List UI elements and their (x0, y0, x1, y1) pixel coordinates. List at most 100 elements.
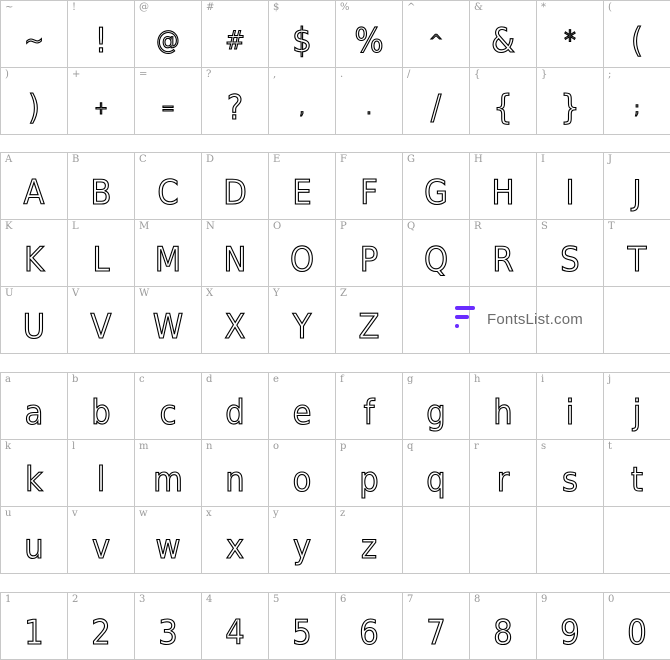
glyph-cell: (( (603, 0, 670, 68)
glyph-sample: N (223, 239, 247, 280)
glyph-cell: 00 (603, 592, 670, 660)
glyph-label: A (5, 154, 13, 165)
glyph-cell: 55 (268, 592, 336, 660)
glyph-label: ? (206, 69, 212, 80)
glyph-sample: o (292, 459, 312, 500)
glyph-sample: W (152, 306, 184, 347)
glyph-cell: QQ (402, 219, 470, 287)
glyph-sample: X (224, 306, 246, 347)
glyph-cell: rr (469, 439, 537, 507)
glyph-label: C (139, 154, 147, 165)
glyph-sample: s (561, 459, 578, 500)
glyph-sample: % (354, 20, 384, 61)
glyph-label: S (541, 221, 548, 232)
glyph-sample: 8 (493, 612, 514, 653)
glyph-sample: D (223, 172, 248, 213)
glyph-label: Y (273, 288, 280, 299)
glyph-sample: , (299, 97, 305, 119)
glyph-label: h (474, 374, 481, 385)
glyph-cell: }} (536, 67, 604, 135)
glyph-sample: n (225, 459, 245, 500)
glyph-label: G (407, 154, 415, 165)
glyph-sample: x (225, 526, 245, 567)
glyph-sample: / (430, 87, 442, 128)
glyph-label: P (340, 221, 347, 232)
glyph-cell: bb (67, 372, 135, 440)
glyph-sample: 7 (426, 612, 447, 653)
glyph-cell: .. (335, 67, 403, 135)
glyph-cell: xx (201, 506, 269, 574)
glyph-label: O (273, 221, 282, 232)
glyph-sample: } (560, 87, 581, 128)
glyph-label: } (541, 69, 548, 80)
glyph-sample: z (360, 526, 378, 567)
glyph-label: f (340, 374, 344, 385)
glyph-cell: OO (268, 219, 336, 287)
glyph-sample: $ (292, 20, 313, 61)
glyph-sample: Q (423, 239, 449, 280)
glyph-label: 6 (340, 594, 347, 605)
glyph-label: # (206, 2, 215, 13)
glyph-label: + (72, 69, 81, 80)
glyph-sample: ~ (24, 25, 45, 56)
glyph-cell: 66 (335, 592, 403, 660)
glyph-sample: { (493, 87, 514, 128)
glyph-label: % (340, 2, 350, 13)
glyph-cell: )) (0, 67, 68, 135)
glyph-sample: y (292, 526, 312, 567)
glyph-sample: l (96, 459, 106, 500)
glyph-cell: jj (603, 372, 670, 440)
glyph-sample: u (24, 526, 44, 567)
glyph-label: I (541, 154, 545, 165)
glyph-label: 0 (608, 594, 615, 605)
glyph-label: 7 (407, 594, 414, 605)
glyph-label: n (206, 441, 213, 452)
glyph-label: U (5, 288, 14, 299)
glyph-cell: aa (0, 372, 68, 440)
glyph-cell: # # (201, 0, 269, 68)
glyph-sample: e (292, 392, 312, 433)
glyph-sample: K (23, 239, 45, 280)
glyph-label: l (72, 441, 76, 452)
glyph-sample: P (359, 239, 379, 280)
glyph-label: R (474, 221, 482, 232)
glyph-cell: HH (469, 152, 537, 220)
glyph-sample: 0 (627, 612, 648, 653)
glyph-cell: ff (335, 372, 403, 440)
glyph-cell: 44 (201, 592, 269, 660)
glyph-sample: R (492, 239, 514, 280)
glyph-cell: + + (67, 67, 135, 135)
glyph-label: j (608, 374, 612, 385)
glyph-sample: d (225, 392, 246, 433)
glyph-cell: NN (201, 219, 269, 287)
glyph-sample: V (90, 306, 112, 347)
glyph-sample: F (360, 172, 379, 213)
glyph-sample: Z (358, 306, 380, 347)
glyph-cell: RR (469, 219, 537, 287)
glyph-sample: J (632, 172, 642, 213)
glyph-cell: UU (0, 286, 68, 354)
glyph-cell: CC (134, 152, 202, 220)
glyph-label: ~ (5, 2, 14, 13)
glyph-cell: @ @ (134, 0, 202, 68)
glyph-label: ) (5, 69, 9, 80)
glyph-sample: & (491, 20, 516, 61)
glyph-sample: C (157, 172, 179, 213)
glyph-label: $ (273, 2, 280, 13)
glyph-sample: 5 (292, 612, 313, 653)
glyph-sample: E (292, 172, 312, 213)
glyph-cell: ee (268, 372, 336, 440)
glyph-label: * (541, 2, 546, 13)
glyph-cell: ~ ~ (0, 0, 68, 68)
glyph-label: y (273, 508, 279, 519)
glyph-label: i (541, 374, 545, 385)
glyph-label: ^ (407, 2, 416, 13)
glyph-sample: b (91, 392, 112, 433)
glyph-sample: = (161, 97, 176, 119)
glyph-label: Z (340, 288, 347, 299)
glyph-label: u (5, 508, 12, 519)
glyph-cell: ss (536, 439, 604, 507)
glyph-cell: ww (134, 506, 202, 574)
glyph-cell: 11 (0, 592, 68, 660)
glyph-label: T (608, 221, 615, 232)
